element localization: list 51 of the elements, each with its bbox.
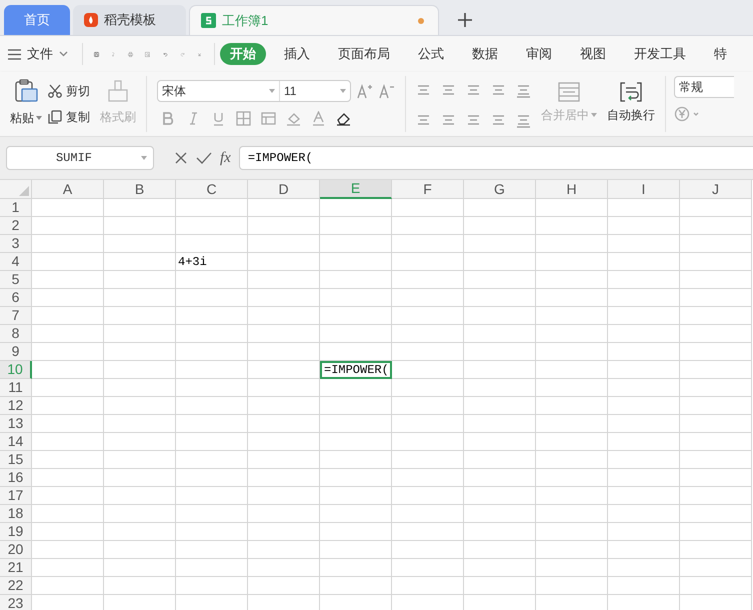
row-header[interactable]: 4	[0, 253, 32, 271]
formula-field[interactable]: =IMPOWER(	[238, 146, 753, 170]
row-header[interactable]: 2	[0, 217, 32, 235]
row-header[interactable]: 7	[0, 307, 32, 325]
ribbon-tab[interactable]: 页面布局	[328, 43, 400, 65]
row-header[interactable]: 14	[0, 433, 32, 451]
copy-button[interactable]: 复制	[48, 108, 90, 126]
column-header[interactable]: G	[464, 180, 536, 199]
row-header[interactable]: 17	[0, 487, 32, 505]
ribbon-tab[interactable]: 审阅	[516, 43, 562, 65]
column-header[interactable]: A	[32, 180, 104, 199]
column-header[interactable]: B	[104, 180, 176, 199]
row-header[interactable]: 6	[0, 289, 32, 307]
file-menu-button[interactable]: 文件	[8, 44, 76, 64]
column-header[interactable]: J	[680, 180, 752, 199]
name-box-field[interactable]: SUMIF	[6, 146, 154, 170]
column-header[interactable]: C	[176, 180, 248, 199]
ribbon-tab[interactable]: 视图	[570, 43, 616, 65]
row-header[interactable]: 18	[0, 505, 32, 523]
tab[interactable]: 稻壳模板	[73, 5, 186, 35]
row-header[interactable]: 19	[0, 523, 32, 541]
row-header[interactable]: 15	[0, 451, 32, 469]
paste-button[interactable]: 粘贴	[8, 76, 44, 132]
row-header[interactable]: 16	[0, 469, 32, 487]
wrap-text-button[interactable]: 自动换行	[607, 82, 655, 132]
row-header[interactable]: 13	[0, 415, 32, 433]
ribbon-tab[interactable]: 插入	[274, 43, 320, 65]
row-header[interactable]: 22	[0, 577, 32, 595]
insert-function-button[interactable]: fx	[220, 146, 231, 170]
ribbon-tab[interactable]: 开发工具	[624, 43, 696, 65]
row-header[interactable]: 20	[0, 541, 32, 559]
cell[interactable]: 4+3i	[176, 253, 248, 271]
column-header[interactable]: I	[608, 180, 680, 199]
row-header[interactable]: 23	[0, 595, 32, 610]
column-header[interactable]: H	[536, 180, 608, 199]
cell[interactable]: =IMPOWER(	[320, 361, 392, 379]
ribbon-tab[interactable]: 公式	[408, 43, 454, 65]
number-format-field[interactable]: 常规	[674, 76, 734, 98]
row-header[interactable]: 8	[0, 325, 32, 343]
row-header[interactable]: 5	[0, 271, 32, 289]
row-header[interactable]: 3	[0, 235, 32, 253]
row-header[interactable]: 9	[0, 343, 32, 361]
cut-button[interactable]: 剪切	[48, 82, 90, 100]
row-header[interactable]: 1	[0, 199, 32, 217]
ribbon-tab[interactable]: 特	[704, 43, 738, 65]
ribbon-tab[interactable]: 数据	[462, 43, 508, 65]
row-header[interactable]: 11	[0, 379, 32, 397]
row-header[interactable]: 12	[0, 397, 32, 415]
column-header[interactable]: F	[392, 180, 464, 199]
row-header[interactable]: 21	[0, 559, 32, 577]
column-header[interactable]: D	[248, 180, 320, 199]
